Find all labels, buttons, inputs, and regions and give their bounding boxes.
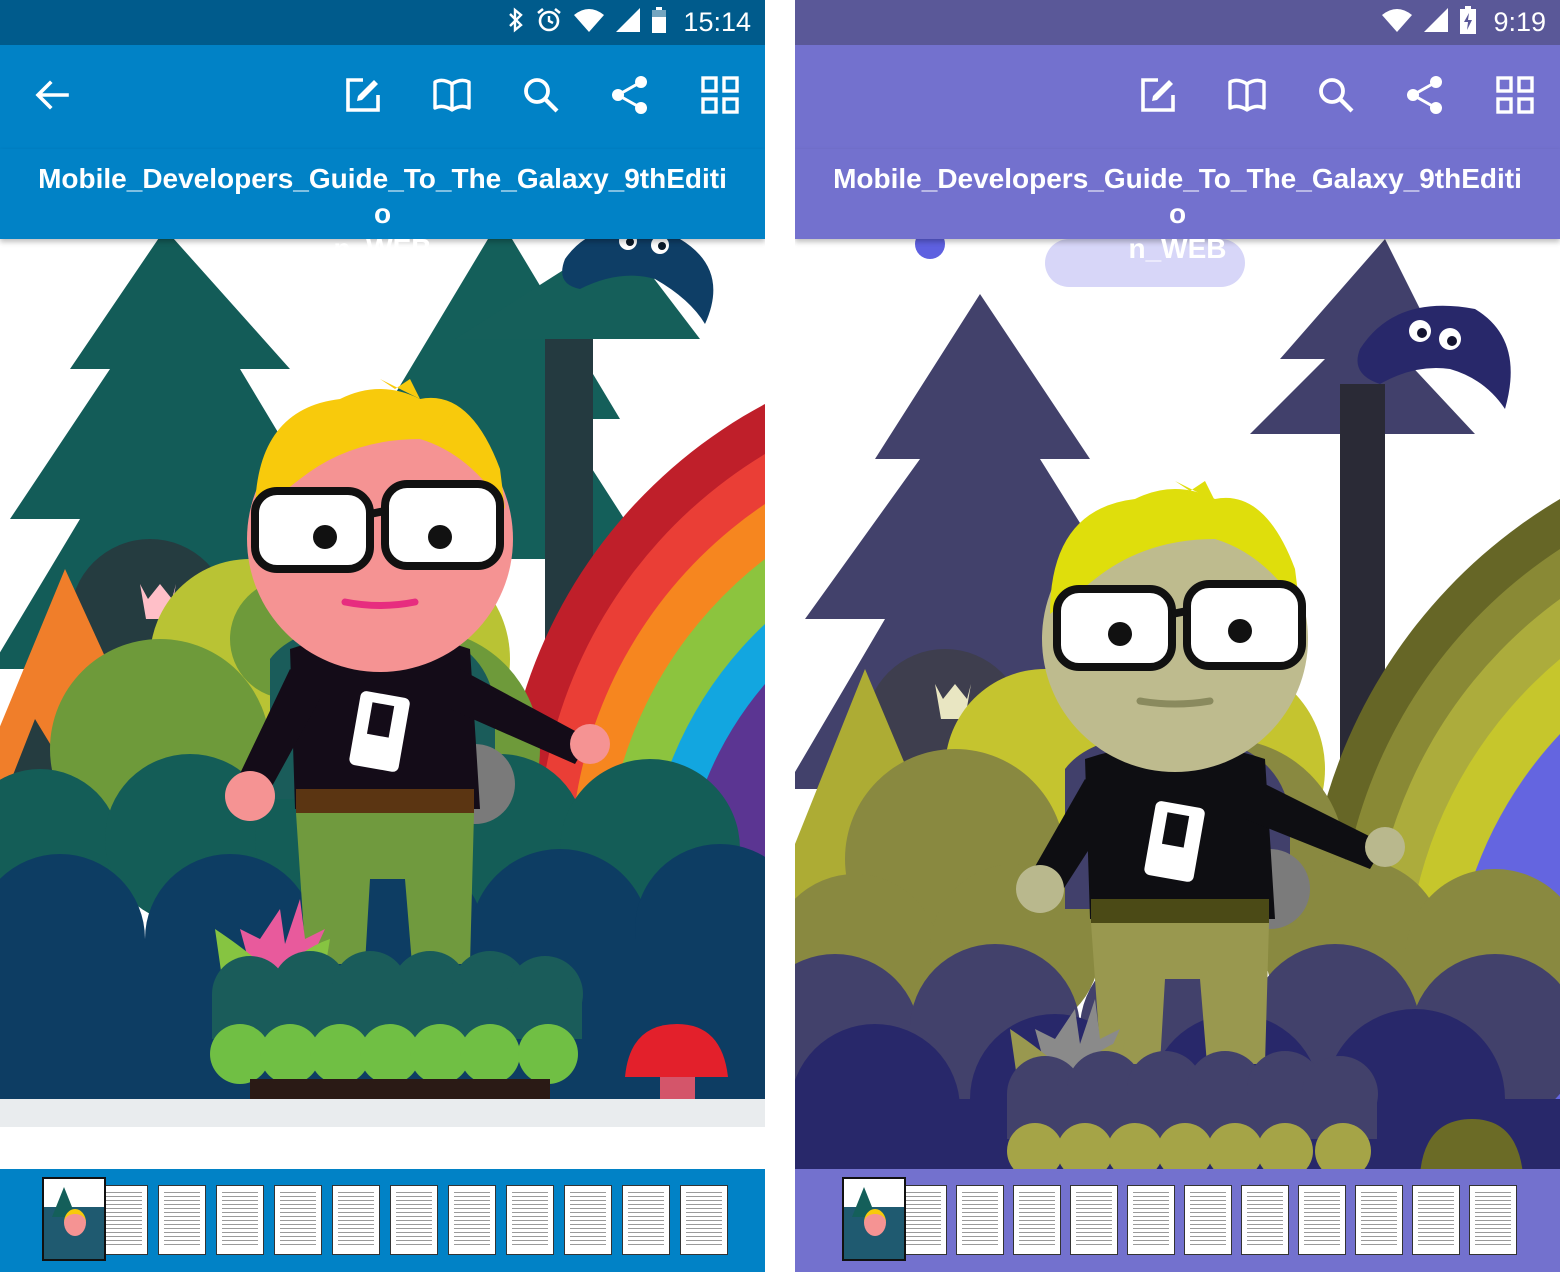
page-thumbnail[interactable]	[216, 1185, 264, 1255]
page-thumbnail[interactable]	[564, 1185, 612, 1255]
book-icon	[432, 77, 472, 118]
document-title: Mobile_Developers_Guide_To_The_Galaxy_9t…	[825, 161, 1530, 266]
page-thumbnail[interactable]	[1469, 1185, 1517, 1255]
page-thumbnail[interactable]	[1127, 1185, 1175, 1255]
battery-icon	[651, 6, 667, 39]
book-icon	[1227, 77, 1267, 118]
document-title-line-1: Mobile_Developers_Guide_To_The_Galaxy_9t…	[833, 163, 1522, 229]
search-icon	[1316, 75, 1356, 120]
page-thumbnail[interactable]	[680, 1185, 728, 1255]
page-thumbnail[interactable]	[158, 1185, 206, 1255]
page-thumbnail[interactable]	[332, 1185, 380, 1255]
phone-screen-right: 9:19 Mobile_Developers_Guide_To_The_Gala…	[795, 0, 1560, 1272]
page-thumbnail-strip	[0, 1169, 765, 1272]
share-button[interactable]	[604, 71, 656, 123]
status-time: 9:19	[1493, 7, 1546, 37]
thumbnails-grid-button[interactable]	[1489, 71, 1541, 123]
document-title-bar: Mobile_Developers_Guide_To_The_Galaxy_9t…	[0, 149, 765, 264]
page-thumbnail-strip	[795, 1169, 1560, 1272]
alarm-icon	[535, 6, 563, 39]
edit-icon	[1138, 75, 1178, 120]
thumbnails-grid-button[interactable]	[694, 71, 746, 123]
document-title-line-2: n_WEB	[1128, 233, 1227, 264]
phone-screen-left: 15:14 Mobile_Developers_Guide_To_The_Gal…	[0, 0, 765, 1272]
battery-charging-icon	[1459, 5, 1477, 40]
page-illustration	[795, 239, 1560, 1169]
document-title: Mobile_Developers_Guide_To_The_Galaxy_9t…	[30, 161, 735, 266]
status-time: 15:14	[683, 7, 751, 37]
share-icon	[1405, 75, 1445, 120]
page-thumbnail[interactable]	[1412, 1185, 1460, 1255]
wifi-icon	[573, 7, 605, 38]
page-thumbnail[interactable]	[899, 1185, 947, 1255]
status-bar: 15:14	[0, 0, 765, 45]
page-thumbnail[interactable]	[274, 1185, 322, 1255]
back-arrow-icon	[35, 79, 69, 115]
page-thumbnail[interactable]	[42, 1177, 106, 1261]
page-thumbnail[interactable]	[100, 1185, 148, 1255]
page-thumbnail[interactable]	[448, 1185, 496, 1255]
page-thumbnail[interactable]	[390, 1185, 438, 1255]
share-icon	[610, 75, 650, 120]
status-bar: 9:19	[795, 0, 1560, 45]
page-illustration	[0, 239, 765, 1127]
page-thumbnail[interactable]	[1355, 1185, 1403, 1255]
document-title-line-2: n_WEB	[333, 233, 432, 264]
wifi-icon	[1381, 7, 1413, 38]
toolbar	[0, 45, 765, 149]
pdf-page-view[interactable]	[0, 239, 765, 1169]
grid-icon	[1496, 75, 1534, 119]
page-thumbnail[interactable]	[1184, 1185, 1232, 1255]
document-title-bar: Mobile_Developers_Guide_To_The_Galaxy_9t…	[795, 149, 1560, 264]
bluetooth-icon	[507, 7, 525, 38]
search-icon	[521, 75, 561, 120]
search-button[interactable]	[1310, 71, 1362, 123]
reading-mode-button[interactable]	[1221, 71, 1273, 123]
grid-icon	[701, 75, 739, 119]
page-thumbnail[interactable]	[622, 1185, 670, 1255]
page-thumbnail[interactable]	[956, 1185, 1004, 1255]
page-thumbnail[interactable]	[506, 1185, 554, 1255]
page-thumbnail[interactable]	[1241, 1185, 1289, 1255]
reading-mode-button[interactable]	[426, 71, 478, 123]
page-thumbnail[interactable]	[1013, 1185, 1061, 1255]
share-button[interactable]	[1399, 71, 1451, 123]
document-title-line-1: Mobile_Developers_Guide_To_The_Galaxy_9t…	[38, 163, 727, 229]
page-thumbnail[interactable]	[842, 1177, 906, 1261]
page-thumbnail[interactable]	[1298, 1185, 1346, 1255]
page-thumbnail[interactable]	[1070, 1185, 1118, 1255]
cell-signal-icon	[615, 7, 641, 38]
pdf-page-view[interactable]	[795, 239, 1560, 1169]
cell-signal-icon	[1423, 7, 1449, 38]
edit-button[interactable]	[1132, 71, 1184, 123]
edit-icon	[343, 75, 383, 120]
search-button[interactable]	[515, 71, 567, 123]
back-button[interactable]	[26, 71, 78, 123]
edit-button[interactable]	[337, 71, 389, 123]
toolbar	[795, 45, 1560, 149]
